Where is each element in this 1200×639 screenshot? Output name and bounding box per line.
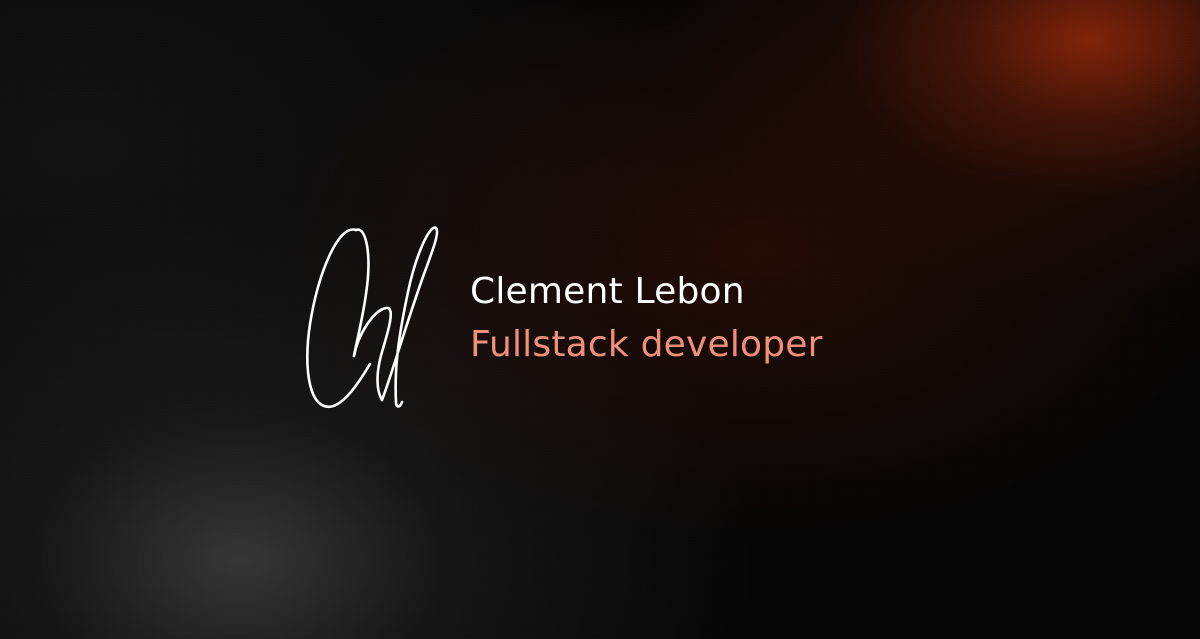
signature-icon (306, 226, 439, 409)
identity-block: Clement Lebon Fullstack developer (470, 268, 823, 374)
banner-canvas: Clement Lebon Fullstack developer (0, 0, 1200, 639)
person-role: Fullstack developer (470, 324, 823, 365)
person-name: Clement Lebon (470, 271, 745, 312)
